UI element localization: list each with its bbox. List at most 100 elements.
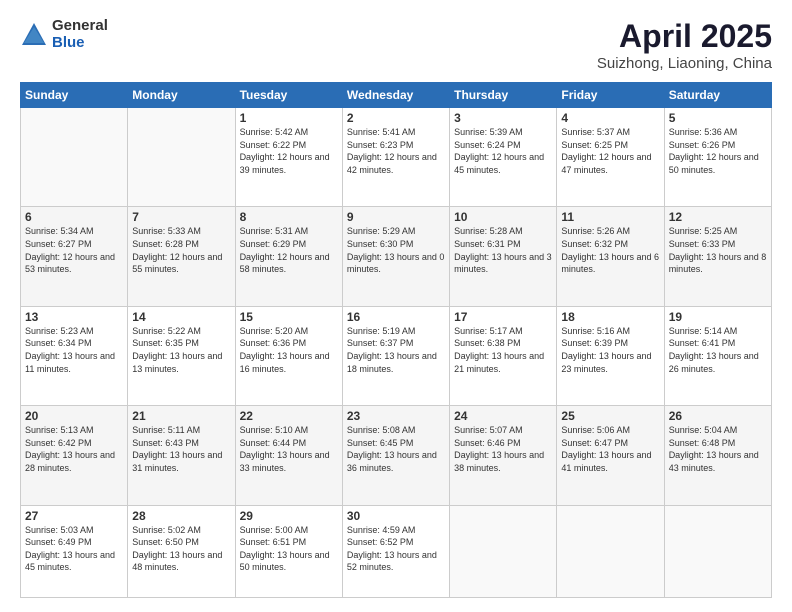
calendar-day-cell: 25Sunrise: 5:06 AM Sunset: 6:47 PM Dayli… (557, 406, 664, 505)
day-number: 23 (347, 409, 445, 423)
day-info: Sunrise: 5:04 AM Sunset: 6:48 PM Dayligh… (669, 424, 767, 474)
day-info: Sunrise: 5:31 AM Sunset: 6:29 PM Dayligh… (240, 225, 338, 275)
calendar-day-cell: 20Sunrise: 5:13 AM Sunset: 6:42 PM Dayli… (21, 406, 128, 505)
title-month: April 2025 (597, 18, 772, 55)
calendar-day-cell (557, 505, 664, 597)
day-info: Sunrise: 5:36 AM Sunset: 6:26 PM Dayligh… (669, 126, 767, 176)
logo-blue-text: Blue (52, 35, 108, 52)
calendar-day-cell: 1Sunrise: 5:42 AM Sunset: 6:22 PM Daylig… (235, 108, 342, 207)
calendar-day-cell: 24Sunrise: 5:07 AM Sunset: 6:46 PM Dayli… (450, 406, 557, 505)
calendar-day-cell (664, 505, 771, 597)
logo: General Blue (20, 18, 108, 51)
calendar-week-row: 27Sunrise: 5:03 AM Sunset: 6:49 PM Dayli… (21, 505, 772, 597)
day-number: 30 (347, 509, 445, 523)
day-number: 15 (240, 310, 338, 324)
day-number: 11 (561, 210, 659, 224)
day-info: Sunrise: 5:08 AM Sunset: 6:45 PM Dayligh… (347, 424, 445, 474)
day-info: Sunrise: 5:19 AM Sunset: 6:37 PM Dayligh… (347, 325, 445, 375)
day-number: 10 (454, 210, 552, 224)
title-location: Suizhong, Liaoning, China (597, 55, 772, 72)
day-number: 4 (561, 111, 659, 125)
day-number: 28 (132, 509, 230, 523)
calendar-day-cell: 18Sunrise: 5:16 AM Sunset: 6:39 PM Dayli… (557, 306, 664, 405)
day-number: 18 (561, 310, 659, 324)
day-number: 26 (669, 409, 767, 423)
day-number: 20 (25, 409, 123, 423)
day-info: Sunrise: 5:25 AM Sunset: 6:33 PM Dayligh… (669, 225, 767, 275)
calendar-week-row: 6Sunrise: 5:34 AM Sunset: 6:27 PM Daylig… (21, 207, 772, 306)
calendar-day-cell: 26Sunrise: 5:04 AM Sunset: 6:48 PM Dayli… (664, 406, 771, 505)
day-info: Sunrise: 5:03 AM Sunset: 6:49 PM Dayligh… (25, 524, 123, 574)
calendar-day-cell: 7Sunrise: 5:33 AM Sunset: 6:28 PM Daylig… (128, 207, 235, 306)
calendar-day-cell (450, 505, 557, 597)
calendar-day-cell: 4Sunrise: 5:37 AM Sunset: 6:25 PM Daylig… (557, 108, 664, 207)
day-info: Sunrise: 5:17 AM Sunset: 6:38 PM Dayligh… (454, 325, 552, 375)
day-info: Sunrise: 4:59 AM Sunset: 6:52 PM Dayligh… (347, 524, 445, 574)
calendar-day-cell: 6Sunrise: 5:34 AM Sunset: 6:27 PM Daylig… (21, 207, 128, 306)
day-info: Sunrise: 5:00 AM Sunset: 6:51 PM Dayligh… (240, 524, 338, 574)
day-info: Sunrise: 5:20 AM Sunset: 6:36 PM Dayligh… (240, 325, 338, 375)
day-number: 2 (347, 111, 445, 125)
calendar-day-cell: 16Sunrise: 5:19 AM Sunset: 6:37 PM Dayli… (342, 306, 449, 405)
day-info: Sunrise: 5:13 AM Sunset: 6:42 PM Dayligh… (25, 424, 123, 474)
logo-text: General Blue (52, 18, 108, 51)
calendar-day-cell: 10Sunrise: 5:28 AM Sunset: 6:31 PM Dayli… (450, 207, 557, 306)
calendar-week-row: 1Sunrise: 5:42 AM Sunset: 6:22 PM Daylig… (21, 108, 772, 207)
calendar-day-cell: 8Sunrise: 5:31 AM Sunset: 6:29 PM Daylig… (235, 207, 342, 306)
day-info: Sunrise: 5:23 AM Sunset: 6:34 PM Dayligh… (25, 325, 123, 375)
day-info: Sunrise: 5:39 AM Sunset: 6:24 PM Dayligh… (454, 126, 552, 176)
day-number: 24 (454, 409, 552, 423)
day-number: 1 (240, 111, 338, 125)
calendar-day-cell: 3Sunrise: 5:39 AM Sunset: 6:24 PM Daylig… (450, 108, 557, 207)
calendar-day-cell: 9Sunrise: 5:29 AM Sunset: 6:30 PM Daylig… (342, 207, 449, 306)
day-info: Sunrise: 5:06 AM Sunset: 6:47 PM Dayligh… (561, 424, 659, 474)
title-block: April 2025 Suizhong, Liaoning, China (597, 18, 772, 72)
day-info: Sunrise: 5:07 AM Sunset: 6:46 PM Dayligh… (454, 424, 552, 474)
header: General Blue April 2025 Suizhong, Liaoni… (20, 18, 772, 72)
calendar-day-cell: 30Sunrise: 4:59 AM Sunset: 6:52 PM Dayli… (342, 505, 449, 597)
day-number: 22 (240, 409, 338, 423)
day-info: Sunrise: 5:42 AM Sunset: 6:22 PM Dayligh… (240, 126, 338, 176)
calendar-day-cell: 17Sunrise: 5:17 AM Sunset: 6:38 PM Dayli… (450, 306, 557, 405)
day-number: 12 (669, 210, 767, 224)
calendar-day-cell (21, 108, 128, 207)
day-info: Sunrise: 5:34 AM Sunset: 6:27 PM Dayligh… (25, 225, 123, 275)
calendar-week-row: 13Sunrise: 5:23 AM Sunset: 6:34 PM Dayli… (21, 306, 772, 405)
col-sunday: Sunday (21, 83, 128, 108)
day-info: Sunrise: 5:14 AM Sunset: 6:41 PM Dayligh… (669, 325, 767, 375)
calendar-day-cell: 22Sunrise: 5:10 AM Sunset: 6:44 PM Dayli… (235, 406, 342, 505)
calendar-day-cell: 5Sunrise: 5:36 AM Sunset: 6:26 PM Daylig… (664, 108, 771, 207)
day-info: Sunrise: 5:41 AM Sunset: 6:23 PM Dayligh… (347, 126, 445, 176)
calendar-day-cell: 13Sunrise: 5:23 AM Sunset: 6:34 PM Dayli… (21, 306, 128, 405)
day-number: 3 (454, 111, 552, 125)
day-number: 8 (240, 210, 338, 224)
day-number: 5 (669, 111, 767, 125)
page: General Blue April 2025 Suizhong, Liaoni… (0, 0, 792, 612)
calendar-week-row: 20Sunrise: 5:13 AM Sunset: 6:42 PM Dayli… (21, 406, 772, 505)
day-number: 14 (132, 310, 230, 324)
calendar-day-cell: 19Sunrise: 5:14 AM Sunset: 6:41 PM Dayli… (664, 306, 771, 405)
calendar-day-cell: 2Sunrise: 5:41 AM Sunset: 6:23 PM Daylig… (342, 108, 449, 207)
calendar-table: Sunday Monday Tuesday Wednesday Thursday… (20, 82, 772, 598)
calendar-day-cell: 11Sunrise: 5:26 AM Sunset: 6:32 PM Dayli… (557, 207, 664, 306)
calendar-day-cell: 21Sunrise: 5:11 AM Sunset: 6:43 PM Dayli… (128, 406, 235, 505)
day-info: Sunrise: 5:11 AM Sunset: 6:43 PM Dayligh… (132, 424, 230, 474)
col-wednesday: Wednesday (342, 83, 449, 108)
col-tuesday: Tuesday (235, 83, 342, 108)
logo-general-text: General (52, 18, 108, 35)
day-number: 13 (25, 310, 123, 324)
calendar-day-cell: 15Sunrise: 5:20 AM Sunset: 6:36 PM Dayli… (235, 306, 342, 405)
calendar-header-row: Sunday Monday Tuesday Wednesday Thursday… (21, 83, 772, 108)
col-friday: Friday (557, 83, 664, 108)
calendar-day-cell: 29Sunrise: 5:00 AM Sunset: 6:51 PM Dayli… (235, 505, 342, 597)
day-info: Sunrise: 5:02 AM Sunset: 6:50 PM Dayligh… (132, 524, 230, 574)
col-saturday: Saturday (664, 83, 771, 108)
col-monday: Monday (128, 83, 235, 108)
day-number: 27 (25, 509, 123, 523)
day-number: 19 (669, 310, 767, 324)
day-info: Sunrise: 5:28 AM Sunset: 6:31 PM Dayligh… (454, 225, 552, 275)
day-number: 9 (347, 210, 445, 224)
day-info: Sunrise: 5:37 AM Sunset: 6:25 PM Dayligh… (561, 126, 659, 176)
day-info: Sunrise: 5:33 AM Sunset: 6:28 PM Dayligh… (132, 225, 230, 275)
calendar-day-cell: 27Sunrise: 5:03 AM Sunset: 6:49 PM Dayli… (21, 505, 128, 597)
